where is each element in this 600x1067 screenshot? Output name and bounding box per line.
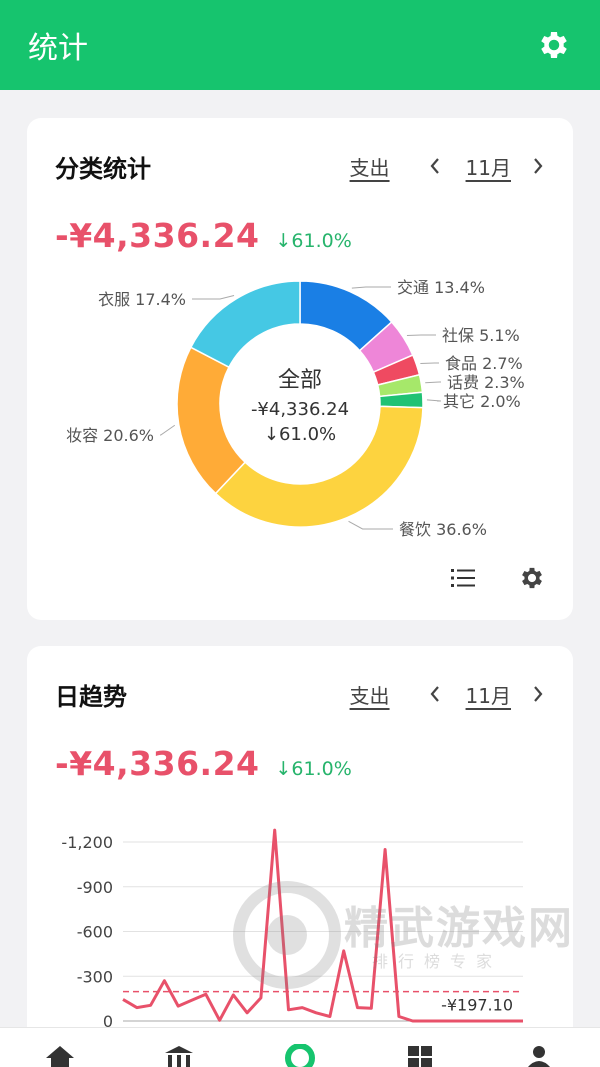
nav-bank-icon[interactable] <box>162 1044 196 1067</box>
donut-slice-label: 话费 2.3% <box>447 373 525 392</box>
donut-slice-label: 社保 5.1% <box>442 326 520 345</box>
donut-center-amount: -¥4,336.24 <box>251 399 349 420</box>
chevron-left-icon[interactable] <box>428 684 442 704</box>
trend-y-tick-label: -900 <box>77 878 113 897</box>
trend-y-tick-label: -1,200 <box>61 833 113 852</box>
donut-leader-line <box>160 424 176 436</box>
trend-series-line <box>122 828 523 1023</box>
donut-leader-line <box>192 294 235 300</box>
donut-slice-妆容[interactable] <box>176 346 247 495</box>
trend-card-header: 日趋势 支出 11月 <box>55 676 545 712</box>
chart-settings-gear-icon[interactable] <box>518 564 546 592</box>
bottom-navigation <box>0 1027 600 1067</box>
trend-card-title: 日趋势 <box>55 682 127 711</box>
chevron-right-icon[interactable] <box>531 684 545 704</box>
trend-y-tick-label: -300 <box>77 967 113 986</box>
trend-total-row: -¥4,336.24 ↓61.0% <box>55 744 352 783</box>
nav-profile-icon[interactable] <box>522 1044 556 1067</box>
donut-slice-label: 食品 2.7% <box>445 354 523 373</box>
app-bar: 统计 <box>0 0 600 90</box>
donut-center-label: 全部 <box>278 368 322 393</box>
donut-slice-label: 衣服 17.4% <box>98 290 186 309</box>
donut-slice-label: 妆容 20.6% <box>66 426 154 445</box>
nav-home-icon[interactable] <box>43 1044 77 1067</box>
settings-gear-icon[interactable] <box>536 27 572 63</box>
donut-leader-line <box>348 520 393 530</box>
donut-slice-label: 其它 2.0% <box>443 392 521 411</box>
nav-grid-icon[interactable] <box>403 1044 437 1067</box>
donut-leader-line <box>425 381 441 384</box>
category-donut-chart[interactable]: 交通 13.4% 社保 5.1% 食品 2.7%话费 2.3%其它 2.0% 餐饮 3… <box>27 118 573 548</box>
trend-month-selector[interactable]: 11月 <box>466 680 511 709</box>
category-stats-card: 分类统计 支出 11月 -¥4,336.24 ↓61.0% 交通 13.4% 社保… <box>27 118 573 620</box>
donut-center-change: ↓61.0% <box>264 424 336 445</box>
daily-trend-card: 日趋势 支出 11月 -¥4,336.24 ↓61.0% -1,200 -900 -… <box>27 646 573 1067</box>
donut-slice-label: 餐饮 36.6% <box>399 520 487 539</box>
trend-change-badge: ↓61.0% <box>275 758 352 780</box>
donut-leader-line <box>351 286 391 289</box>
page-title: 统计 <box>28 31 88 66</box>
donut-leader-line <box>426 399 441 402</box>
trend-y-tick-label: -600 <box>77 923 113 942</box>
donut-slice-label: 交通 13.4% <box>397 278 485 297</box>
list-view-icon[interactable] <box>451 566 477 590</box>
trend-total-amount: -¥4,336.24 <box>55 744 260 783</box>
trend-type-selector[interactable]: 支出 <box>350 680 390 709</box>
trend-average-label: -¥197.10 <box>441 996 513 1015</box>
donut-slice-衣服[interactable] <box>189 280 301 369</box>
donut-leader-line <box>406 334 436 337</box>
nav-stats-icon[interactable] <box>283 1044 317 1067</box>
